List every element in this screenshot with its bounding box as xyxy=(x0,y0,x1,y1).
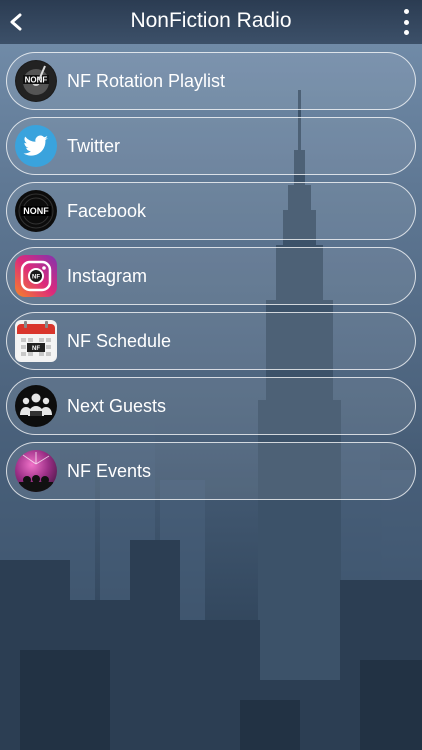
events-icon xyxy=(15,450,57,492)
menu-item-label: Twitter xyxy=(67,135,121,156)
menu-item-facebook[interactable]: NONF Facebook xyxy=(6,182,416,240)
turntable-logo-icon: NONF xyxy=(15,60,57,102)
svg-text:NF: NF xyxy=(32,346,40,352)
more-dot-icon xyxy=(403,30,409,35)
instagram-icon: NF xyxy=(15,255,57,297)
guests-icon xyxy=(15,385,57,427)
menu-item-next-guests[interactable]: Next Guests xyxy=(6,377,416,435)
menu-item-label: Next Guests xyxy=(67,395,167,416)
svg-text:NONF: NONF xyxy=(25,76,48,85)
top-bar: NonFiction Radio xyxy=(0,0,422,44)
menu-item-nf-schedule[interactable]: NF NF Schedule xyxy=(6,312,416,370)
menu-list: NONF NF Rotation Playlist Twitter NONF F… xyxy=(6,52,416,507)
menu-item-label: Instagram xyxy=(67,265,148,286)
twitter-bird-icon xyxy=(15,125,57,167)
menu-item-nf-events[interactable]: NF Events xyxy=(6,442,416,500)
menu-item-twitter[interactable]: Twitter xyxy=(6,117,416,175)
nf-logo-icon: NONF xyxy=(15,190,57,232)
more-dot-icon xyxy=(403,19,409,25)
menu-item-label: Facebook xyxy=(67,200,147,221)
menu-item-label: NF Rotation Playlist xyxy=(67,70,226,91)
menu-item-label: NF Schedule xyxy=(67,330,172,351)
page-title: NonFiction Radio xyxy=(130,9,292,32)
more-options-button[interactable] xyxy=(398,9,414,35)
svg-text:NONF: NONF xyxy=(23,206,49,216)
svg-text:NF: NF xyxy=(32,275,40,281)
menu-item-label: NF Events xyxy=(67,460,152,481)
more-dot-icon xyxy=(403,9,409,14)
calendar-icon: NF xyxy=(15,320,57,362)
menu-item-instagram[interactable]: NF Instagram xyxy=(6,247,416,305)
menu-item-nf-rotation-playlist[interactable]: NONF NF Rotation Playlist xyxy=(6,52,416,110)
